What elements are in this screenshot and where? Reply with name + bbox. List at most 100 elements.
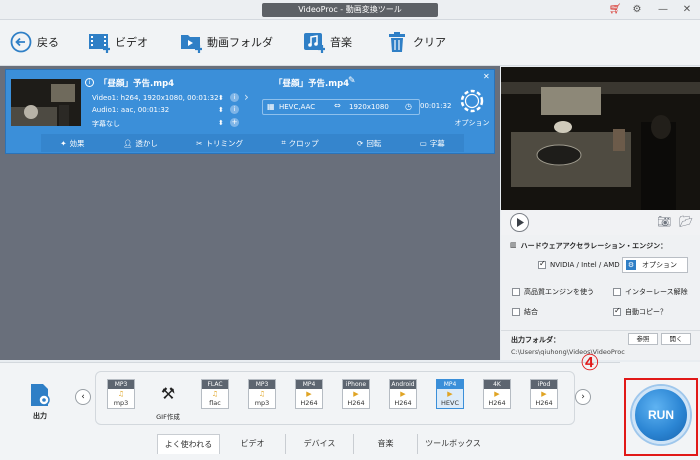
watermark-label: 透かし xyxy=(135,138,158,148)
format-item[interactable]: MP4 ▶ H264 xyxy=(291,379,327,419)
format-type-label: 4K xyxy=(484,380,510,389)
play-button[interactable] xyxy=(510,213,529,232)
tab-device[interactable]: デバイス xyxy=(286,434,354,454)
clear-button[interactable]: クリア xyxy=(386,30,446,54)
crop-button[interactable]: ⌗ クロップ xyxy=(281,138,318,149)
audio-stream-select[interactable]: ⬍ xyxy=(218,106,224,114)
hw-option-button[interactable]: ⚙ オプション xyxy=(622,257,688,273)
output-path: C:\Users\qiuhong\Videos\VideoProc xyxy=(511,348,625,356)
trash-icon xyxy=(386,31,408,53)
format-item[interactable]: iPod ▶ H264 xyxy=(526,379,562,419)
format-icon: 4K ▶ H264 xyxy=(483,379,511,409)
format-glyph-icon: ▶ xyxy=(541,390,547,398)
format-type-label: FLAC xyxy=(202,380,228,389)
effect-button[interactable]: ✦ 効果 xyxy=(60,138,84,149)
video-stream-select[interactable]: ⬍ xyxy=(218,94,224,102)
play-icon xyxy=(517,218,524,227)
format-item[interactable]: Android ▶ H264 xyxy=(385,379,421,419)
gpu-checkbox[interactable]: NVIDIA / Intel / AMD xyxy=(538,259,620,269)
tab-video[interactable]: ビデオ xyxy=(220,434,286,454)
category-tabs: よく使われる ビデオ デバイス 音楽 ツールボックス xyxy=(0,432,620,460)
codec-icon: ▦ xyxy=(267,102,275,111)
output-doc-icon xyxy=(31,384,50,406)
deinterlace-box xyxy=(613,288,621,296)
rotate-icon: ⟳ xyxy=(357,138,364,148)
open-folder-icon[interactable]: 📂︎ xyxy=(679,215,693,228)
tab-popular[interactable]: よく使われる xyxy=(157,434,220,454)
hq-engine-checkbox[interactable]: 高品質エンジンを使う xyxy=(512,287,594,297)
folder-label: 動画フォルダ xyxy=(207,36,273,49)
wand-icon: ✦ xyxy=(60,138,67,148)
tab-music[interactable]: 音楽 xyxy=(354,434,418,454)
format-item[interactable]: FLAC ♫ flac xyxy=(197,379,233,419)
output-label: 出力 xyxy=(33,412,47,420)
video-thumbnail xyxy=(11,79,81,126)
format-item[interactable]: MP3 ♫ mp3 xyxy=(244,379,280,419)
format-glyph-icon: ♫ xyxy=(211,390,219,398)
info-icon[interactable]: i xyxy=(85,78,94,87)
hw-option-label: オプション xyxy=(642,261,677,269)
preview-frame xyxy=(501,67,700,210)
hq-engine-label: 高品質エンジンを使う xyxy=(524,288,594,296)
deinterlace-checkbox[interactable]: インターレース解除 xyxy=(613,287,688,297)
format-type-label: MP3 xyxy=(249,380,275,389)
format-item[interactable]: MP4 ▶ HEVC xyxy=(432,379,468,419)
snapshot-icon[interactable]: 📷︎ xyxy=(657,215,671,228)
open-button[interactable]: 開く xyxy=(661,333,691,345)
format-icon: MP4 ▶ HEVC xyxy=(436,379,464,409)
video-stream-info: Video1: h264, 1920x1080, 00:01:32 xyxy=(92,94,219,102)
format-sub-label: flac xyxy=(209,399,221,407)
merge-checkbox[interactable]: 結合 xyxy=(512,307,538,317)
edit-name-icon[interactable]: ✎ xyxy=(348,76,356,86)
format-item[interactable]: 4K ▶ H264 xyxy=(479,379,515,419)
format-type-label: iPhone xyxy=(343,380,369,389)
close-button[interactable]: ✕ xyxy=(680,3,694,17)
autocopy-checkbox[interactable]: 自動コピー？ xyxy=(613,306,667,317)
minimize-button[interactable]: — xyxy=(656,3,670,17)
subtitle-select[interactable]: ⬍ xyxy=(218,119,224,127)
back-button[interactable]: 戻る xyxy=(10,30,59,54)
output-filename[interactable]: 「昼顔」予告.mp4 xyxy=(274,77,349,89)
format-item[interactable]: iPhone ▶ H264 xyxy=(338,379,374,419)
run-button[interactable]: RUN xyxy=(632,386,690,444)
audio-stream-info: Audio1: aac, 00:01:32 xyxy=(92,106,170,114)
add-music-button[interactable]: 音楽 xyxy=(303,30,352,54)
trim-button[interactable]: ✂ トリミング xyxy=(196,138,243,149)
output-codec: HEVC,AAC xyxy=(279,103,316,111)
scroll-right-button[interactable]: › xyxy=(575,389,591,405)
remove-item-button[interactable]: ✕ xyxy=(483,72,490,81)
format-sub-label: H264 xyxy=(300,399,318,407)
cart-icon[interactable]: 🛒︎ xyxy=(608,3,622,17)
conversion-arrow-icon: › xyxy=(244,90,249,104)
add-folder-button[interactable]: 動画フォルダ xyxy=(180,30,273,54)
scroll-left-button[interactable]: ‹ xyxy=(75,389,91,405)
watermark-button[interactable]: 👤︎ 透かし xyxy=(123,138,158,149)
effect-label: 効果 xyxy=(69,138,85,148)
format-glyph-icon: ▶ xyxy=(306,390,312,398)
subtitle-button[interactable]: ▭ 字幕 xyxy=(420,138,445,149)
format-item[interactable]: MP3 ♫ mp3 xyxy=(103,379,139,419)
settings-icon[interactable]: ⚙ xyxy=(630,3,644,17)
preview-controls: 📷︎ 📂︎ xyxy=(501,210,700,235)
gif-tool-icon: ⚒ xyxy=(160,384,176,403)
clear-label: クリア xyxy=(413,36,446,49)
format-icon: MP3 ♫ mp3 xyxy=(248,379,276,409)
run-label: RUN xyxy=(648,408,674,422)
video-info-icon[interactable]: i xyxy=(230,93,239,102)
codec-option-button[interactable]: オプション xyxy=(454,88,490,130)
tab-toolbox[interactable]: ツールボックス xyxy=(418,434,488,454)
rotate-button[interactable]: ⟳ 回転 xyxy=(357,138,381,149)
output-duration: 00:01:32 xyxy=(420,102,452,110)
chip-icon: ▥ xyxy=(510,241,517,249)
browse-button[interactable]: 参照 xyxy=(628,333,658,345)
video-task-item[interactable]: i 「昼顔」予告.mp4 Video1: h264, 1920x1080, 00… xyxy=(5,69,495,154)
format-item[interactable]: ⚒ GIF作成 xyxy=(150,379,186,421)
audio-info-icon[interactable]: i xyxy=(230,105,239,114)
format-icon: iPhone ▶ H264 xyxy=(342,379,370,409)
hardware-panel: ▥ハードウェアアクセラレーション・エンジン： NVIDIA / Intel / … xyxy=(501,235,700,330)
subtitle-add-icon[interactable]: + xyxy=(230,118,239,127)
format-icon: FLAC ♫ flac xyxy=(201,379,229,409)
output-profile-button[interactable]: 出力 xyxy=(24,383,56,421)
add-video-button[interactable]: ビデオ xyxy=(88,30,148,54)
hq-engine-box xyxy=(512,288,520,296)
